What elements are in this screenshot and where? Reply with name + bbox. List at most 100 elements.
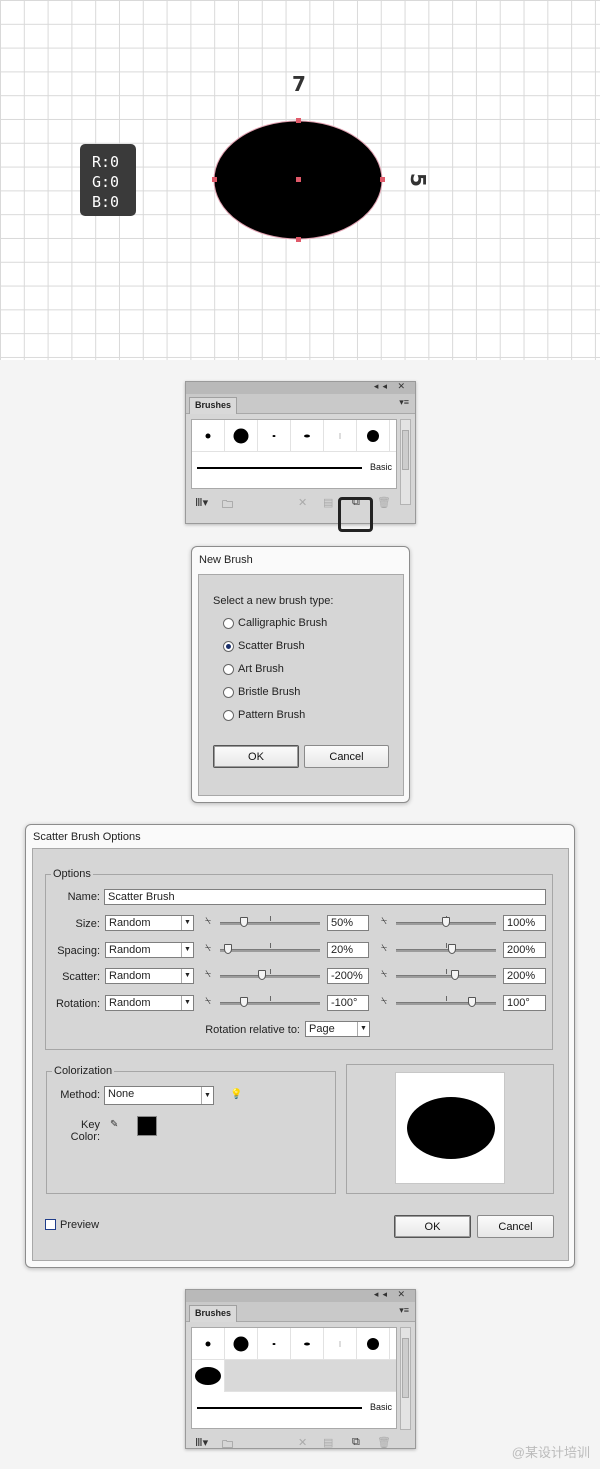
max-slider-track[interactable] bbox=[396, 975, 496, 978]
radio-button-selected[interactable] bbox=[223, 640, 234, 652]
new-brush-icon[interactable]: ⧉ bbox=[352, 1436, 360, 1449]
scatter-ok-button[interactable]: OK bbox=[394, 1215, 471, 1238]
min-slider-thumb[interactable] bbox=[224, 944, 232, 954]
ellipse-shape[interactable] bbox=[200, 105, 400, 255]
min-slider-track[interactable] bbox=[220, 949, 320, 952]
brush-libraries-icon[interactable]: Ⅲ▾ bbox=[195, 496, 208, 509]
brush-swatch[interactable] bbox=[225, 420, 258, 452]
max-slider-thumb[interactable] bbox=[451, 970, 459, 980]
libraries-panel-icon[interactable]: 🗀 bbox=[222, 496, 233, 515]
brush-swatch[interactable] bbox=[357, 1328, 390, 1360]
pressure-icon[interactable]: ⍀ bbox=[205, 969, 217, 981]
preview-ellipse bbox=[407, 1097, 495, 1159]
chevron-down-icon: ▼ bbox=[201, 1087, 213, 1104]
options-icon[interactable]: ▤ bbox=[323, 1436, 333, 1449]
rotation-relative-select[interactable]: Page ▼ bbox=[305, 1021, 370, 1037]
tips-lightbulb-icon[interactable]: 💡 bbox=[230, 1089, 242, 1101]
min-slider-thumb[interactable] bbox=[240, 917, 248, 927]
collapse-close-icon[interactable]: ◂◂ ✕ bbox=[374, 1289, 409, 1300]
max-slider-track[interactable] bbox=[396, 1002, 496, 1005]
min-slider-track[interactable] bbox=[220, 1002, 320, 1005]
min-slider-track[interactable] bbox=[220, 922, 320, 925]
delete-brush-icon[interactable]: 🗑 bbox=[377, 1436, 391, 1449]
dialog-title: New Brush bbox=[199, 554, 253, 566]
brush-swatch[interactable] bbox=[357, 420, 390, 452]
radio-button[interactable] bbox=[223, 617, 234, 629]
tab-brushes[interactable]: Brushes bbox=[189, 1305, 238, 1322]
key-color-swatch[interactable] bbox=[137, 1116, 157, 1136]
key-color-label: Key Color: bbox=[70, 1119, 100, 1143]
rgb-readout: R:0 G:0 B:0 bbox=[80, 144, 136, 216]
radio-calligraphic[interactable]: Calligraphic Brush bbox=[223, 617, 327, 629]
pressure-icon[interactable]: ⍀ bbox=[205, 943, 217, 955]
panel-titlebar: ◂◂ ✕ bbox=[186, 381, 415, 394]
remove-stroke-icon[interactable]: ✕ bbox=[298, 496, 307, 509]
libraries-panel-icon[interactable]: 🗀 bbox=[222, 1436, 233, 1455]
radio-pattern[interactable]: Pattern Brush bbox=[223, 709, 305, 721]
brush-swatch[interactable] bbox=[291, 420, 324, 452]
radio-art[interactable]: Art Brush bbox=[223, 663, 284, 675]
cancel-button[interactable]: Cancel bbox=[304, 745, 389, 768]
max-value-input[interactable]: 200% bbox=[503, 968, 546, 984]
pressure-icon[interactable]: ⍀ bbox=[381, 969, 393, 981]
brush-swatch[interactable] bbox=[225, 1328, 258, 1360]
min-value-input[interactable]: 20% bbox=[327, 942, 369, 958]
max-value-input[interactable]: 200% bbox=[503, 942, 546, 958]
max-slider-thumb[interactable] bbox=[448, 944, 456, 954]
pressure-icon[interactable]: ⍀ bbox=[381, 996, 393, 1008]
panel-menu-icon[interactable]: ▾≡ bbox=[399, 1305, 409, 1316]
row-mode-select[interactable]: Random ▼ bbox=[105, 995, 194, 1011]
basic-brush-row[interactable]: Basic bbox=[192, 452, 396, 484]
max-value-input[interactable]: 100° bbox=[503, 995, 546, 1011]
brush-type-prompt: Select a new brush type: bbox=[213, 595, 334, 607]
max-slider-track[interactable] bbox=[396, 949, 496, 952]
delete-brush-icon[interactable]: 🗑 bbox=[377, 496, 391, 509]
pressure-icon[interactable]: ⍀ bbox=[381, 943, 393, 955]
preview-checkbox[interactable] bbox=[45, 1219, 56, 1230]
collapse-close-icon[interactable]: ◂◂ ✕ bbox=[374, 381, 409, 392]
scatter-cancel-button[interactable]: Cancel bbox=[477, 1215, 554, 1238]
min-slider-thumb[interactable] bbox=[258, 970, 266, 980]
ok-button[interactable]: OK bbox=[213, 745, 299, 768]
scatter-brush-swatch[interactable] bbox=[192, 1360, 225, 1392]
tab-brushes[interactable]: Brushes bbox=[189, 397, 238, 414]
brush-swatch[interactable] bbox=[258, 420, 291, 452]
pressure-icon[interactable]: ⍀ bbox=[205, 916, 217, 928]
anchor-point bbox=[296, 237, 301, 242]
row-mode-select[interactable]: Random ▼ bbox=[105, 915, 194, 931]
brush-swatch[interactable] bbox=[192, 420, 225, 452]
remove-stroke-icon[interactable]: ✕ bbox=[298, 1436, 307, 1449]
max-slider-thumb[interactable] bbox=[442, 917, 450, 927]
brush-swatch[interactable] bbox=[192, 1328, 225, 1360]
basic-brush-row[interactable]: Basic bbox=[192, 1392, 396, 1424]
brush-libraries-icon[interactable]: Ⅲ▾ bbox=[195, 1436, 208, 1449]
scrollbar[interactable] bbox=[400, 1327, 411, 1430]
brush-swatch[interactable] bbox=[291, 1328, 324, 1360]
brush-swatch[interactable] bbox=[324, 420, 357, 452]
min-value-input[interactable]: -100° bbox=[327, 995, 369, 1011]
max-value-input[interactable]: 100% bbox=[503, 915, 546, 931]
radio-scatter[interactable]: Scatter Brush bbox=[223, 640, 305, 652]
min-value-input[interactable]: 50% bbox=[327, 915, 369, 931]
radio-bristle[interactable]: Bristle Brush bbox=[223, 686, 300, 698]
options-icon[interactable]: ▤ bbox=[323, 496, 333, 509]
min-value-input[interactable]: -200% bbox=[327, 968, 369, 984]
row-label: Rotation: bbox=[55, 998, 100, 1010]
brush-name-input[interactable]: Scatter Brush bbox=[104, 889, 546, 905]
radio-button[interactable] bbox=[223, 663, 234, 675]
radio-button[interactable] bbox=[223, 686, 234, 698]
min-slider-track[interactable] bbox=[220, 975, 320, 978]
pressure-icon[interactable]: ⍀ bbox=[381, 916, 393, 928]
pressure-icon[interactable]: ⍀ bbox=[205, 996, 217, 1008]
row-mode-select[interactable]: Random ▼ bbox=[105, 968, 194, 984]
row-mode-select[interactable]: Random ▼ bbox=[105, 942, 194, 958]
brush-swatch[interactable] bbox=[324, 1328, 357, 1360]
panel-menu-icon[interactable]: ▾≡ bbox=[399, 397, 409, 408]
radio-button[interactable] bbox=[223, 709, 234, 721]
eyedropper-icon[interactable]: ✎ bbox=[110, 1119, 122, 1131]
method-select[interactable]: None ▼ bbox=[104, 1086, 214, 1105]
max-slider-thumb[interactable] bbox=[468, 997, 476, 1007]
basic-stroke bbox=[197, 1407, 362, 1409]
min-slider-thumb[interactable] bbox=[240, 997, 248, 1007]
brush-swatch[interactable] bbox=[258, 1328, 291, 1360]
